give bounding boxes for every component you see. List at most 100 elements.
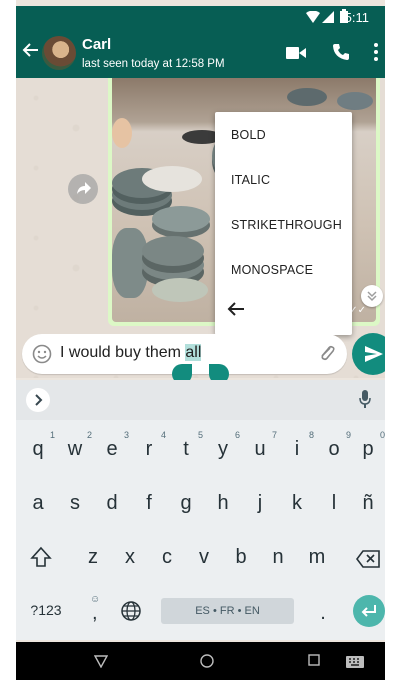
- key-f[interactable]: f: [134, 492, 164, 515]
- photo-plate: [142, 236, 204, 266]
- key-m[interactable]: m: [302, 546, 332, 569]
- key-hint: 8: [308, 430, 314, 440]
- key-h[interactable]: h: [208, 492, 238, 515]
- smiley-icon[interactable]: [32, 344, 52, 364]
- send-icon: [365, 346, 383, 362]
- key-u[interactable]: u7: [245, 430, 277, 461]
- message-text[interactable]: I would buy them all: [60, 344, 202, 362]
- key-s[interactable]: s: [60, 492, 90, 515]
- signal-icon: [322, 11, 334, 23]
- key-p[interactable]: p0: [353, 430, 385, 461]
- key-label: o: [328, 438, 340, 460]
- key-d[interactable]: d: [97, 492, 127, 515]
- key-label: w: [67, 438, 83, 460]
- key-n-tilde[interactable]: ñ: [353, 492, 383, 515]
- key-n[interactable]: n: [263, 546, 293, 569]
- key-label: q: [32, 438, 44, 460]
- send-button[interactable]: [352, 333, 385, 375]
- key-hint: 7: [271, 430, 277, 440]
- key-label: u: [254, 438, 266, 460]
- forward-icon: [77, 182, 91, 194]
- key-a[interactable]: a: [23, 492, 53, 515]
- globe-icon[interactable]: [120, 600, 142, 622]
- key-hint: 5: [197, 430, 203, 440]
- key-label: p: [362, 438, 374, 460]
- text-format-menu: BOLD ITALIC STRIKETHROUGH MONOSPACE: [215, 112, 352, 335]
- key-label: i: [294, 438, 300, 460]
- menu-item-bold[interactable]: BOLD: [231, 128, 266, 142]
- key-g[interactable]: g: [171, 492, 201, 515]
- photo-plate: [287, 88, 327, 106]
- enter-key[interactable]: [353, 595, 385, 627]
- key-l[interactable]: l: [319, 492, 349, 515]
- contact-last-seen: last seen today at 12:58 PM: [82, 58, 225, 70]
- chat-header: Carl last seen today at 12:58 PM: [16, 28, 385, 78]
- backspace-icon[interactable]: [356, 550, 380, 568]
- symbols-key[interactable]: ?123: [24, 602, 68, 618]
- photo-plate: [112, 118, 132, 148]
- paperclip-icon[interactable]: [317, 344, 337, 364]
- keyboard-expand-button[interactable]: [26, 388, 50, 412]
- menu-item-italic[interactable]: ITALIC: [231, 173, 270, 187]
- photo-plate: [337, 92, 373, 110]
- message-text-selection[interactable]: all: [185, 344, 202, 361]
- contact-avatar[interactable]: [42, 36, 76, 70]
- keyboard: q1 w2 e3 r4 t5 y6 u7 i8 o9 p0 a s d f g …: [16, 380, 385, 640]
- contact-name[interactable]: Carl: [82, 36, 111, 53]
- spacebar[interactable]: ES • FR • EN: [161, 598, 294, 624]
- key-e[interactable]: e3: [97, 430, 129, 461]
- key-w[interactable]: w2: [60, 430, 92, 461]
- key-label: y: [218, 438, 228, 460]
- shift-icon[interactable]: [30, 546, 52, 568]
- scroll-down-button[interactable]: [361, 285, 383, 307]
- status-time: 5:11: [344, 10, 369, 25]
- nav-back-icon[interactable]: [94, 654, 108, 668]
- keyboard-switch-icon[interactable]: [346, 656, 364, 668]
- chevron-right-icon: [35, 394, 43, 406]
- key-y[interactable]: y6: [208, 430, 240, 461]
- photo-plate: [112, 228, 148, 298]
- system-nav-bar: [16, 642, 385, 680]
- key-label: ,: [92, 602, 98, 624]
- key-q[interactable]: q1: [23, 430, 55, 461]
- video-call-icon[interactable]: [286, 46, 306, 60]
- more-options-icon[interactable]: [374, 43, 378, 61]
- keyboard-suggestion-strip: [16, 380, 385, 420]
- key-hint: 0: [379, 430, 385, 440]
- key-i[interactable]: i8: [282, 430, 314, 461]
- wifi-icon: [306, 11, 320, 23]
- menu-item-strikethrough[interactable]: STRIKETHROUGH: [231, 218, 342, 232]
- key-k[interactable]: k: [282, 492, 312, 515]
- key-label: r: [145, 438, 153, 460]
- key-z[interactable]: z: [78, 546, 108, 569]
- photo-plate: [152, 278, 208, 302]
- photo-plate: [152, 206, 210, 232]
- double-chevron-down-icon: [367, 291, 377, 302]
- nav-home-icon[interactable]: [200, 654, 214, 668]
- key-r[interactable]: r4: [134, 430, 166, 461]
- key-hint: 4: [160, 430, 166, 440]
- phone-screen: 5:11 Carl last seen today at 12:58 PM ✓✓…: [16, 0, 385, 680]
- key-hint: 3: [123, 430, 129, 440]
- period-key[interactable]: .: [308, 602, 338, 625]
- nav-recents-icon[interactable]: [308, 654, 320, 666]
- key-label: e: [106, 438, 118, 460]
- key-c[interactable]: c: [152, 546, 182, 569]
- key-j[interactable]: j: [245, 492, 275, 515]
- menu-back-arrow-icon[interactable]: [227, 301, 245, 317]
- key-hint: 1: [49, 430, 55, 440]
- menu-item-monospace[interactable]: MONOSPACE: [231, 263, 313, 277]
- back-arrow-icon[interactable]: [22, 41, 40, 59]
- key-hint: 2: [86, 430, 92, 440]
- key-o[interactable]: o9: [319, 430, 351, 461]
- key-t[interactable]: t5: [171, 430, 203, 461]
- photo-plate: [142, 166, 202, 192]
- phone-icon[interactable]: [332, 43, 350, 61]
- key-b[interactable]: b: [226, 546, 256, 569]
- key-label: t: [183, 438, 189, 460]
- key-v[interactable]: v: [189, 546, 219, 569]
- microphone-icon[interactable]: [359, 390, 371, 408]
- key-x[interactable]: x: [115, 546, 145, 569]
- forward-button[interactable]: [68, 174, 98, 204]
- key-hint: 9: [345, 430, 351, 440]
